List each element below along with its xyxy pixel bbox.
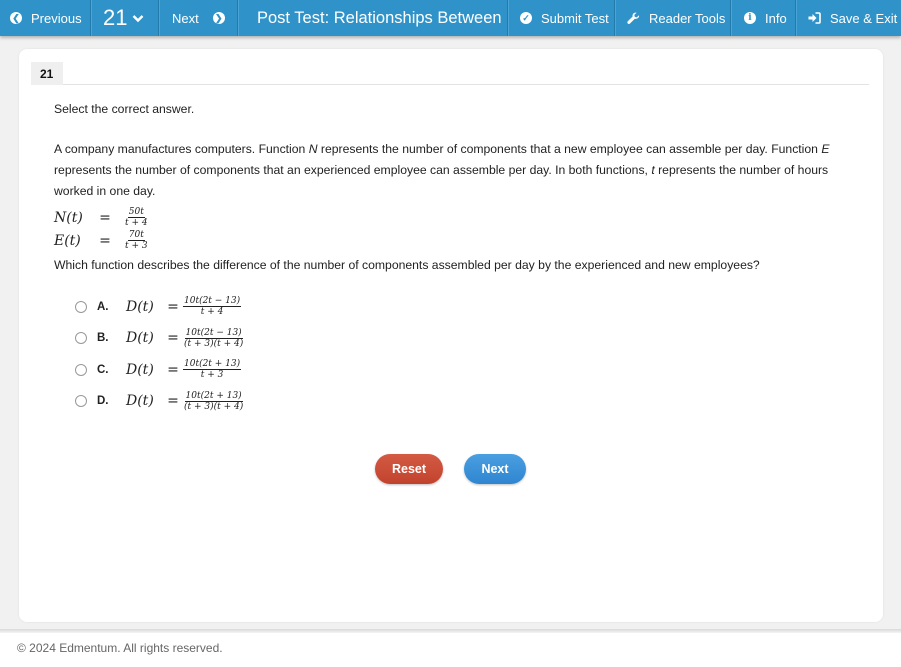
stem-text: A company manufactures computers. Functi… bbox=[54, 142, 309, 156]
sign-in-icon bbox=[808, 12, 821, 24]
fraction: 50t t + 4 bbox=[124, 207, 149, 228]
fraction: 10t(2t + 13) t + 3 bbox=[183, 359, 242, 381]
equals-sign: = bbox=[167, 361, 179, 378]
copyright-text: © 2024 Edmentum. All rights reserved. bbox=[17, 641, 223, 655]
save-exit-button[interactable]: Save & Exit bbox=[796, 0, 901, 36]
reader-tools-button[interactable]: Reader Tools bbox=[615, 0, 731, 36]
chevron-left-circle-icon: ❮ bbox=[10, 12, 22, 24]
fraction: 10t(2t − 13) t + 4 bbox=[183, 296, 242, 318]
next-label: Next bbox=[172, 10, 199, 26]
next-question-button[interactable]: Next ❯ bbox=[159, 0, 238, 36]
numerator: 10t(2t − 13) bbox=[184, 327, 243, 339]
question-prompt: Which function describes the difference … bbox=[54, 258, 760, 272]
option-lhs: D(t) bbox=[126, 361, 154, 378]
info-button[interactable]: i Info bbox=[731, 0, 796, 36]
option-letter: C. bbox=[97, 363, 109, 376]
numerator: 10t(2t + 13) bbox=[183, 359, 242, 371]
option-b[interactable]: B. D(t) = 10t(2t − 13) (t + 3)(t + 4) bbox=[75, 323, 854, 355]
equation-lhs: N(t) bbox=[54, 209, 83, 226]
wrench-icon bbox=[627, 12, 640, 25]
numerator: 50t bbox=[127, 207, 145, 218]
equals-sign: = bbox=[167, 330, 179, 347]
equation-n: N(t) = 50t t + 4 bbox=[54, 206, 854, 229]
option-a[interactable]: A. D(t) = 10t(2t − 13) t + 4 bbox=[75, 291, 854, 323]
option-lhs: D(t) bbox=[126, 298, 154, 315]
denominator: t + 3 bbox=[125, 241, 148, 251]
denominator: (t + 3)(t + 4) bbox=[184, 338, 244, 349]
stem-text: represents the number of components that… bbox=[317, 142, 822, 156]
previous-label: Previous bbox=[31, 10, 82, 26]
instruction-text: Select the correct answer. bbox=[54, 102, 195, 116]
chevron-right-circle-icon: ❯ bbox=[212, 12, 225, 24]
info-label: Info bbox=[765, 10, 787, 26]
numerator: 10t(2t + 13) bbox=[184, 390, 243, 402]
numerator: 70t bbox=[127, 230, 145, 241]
option-letter: A. bbox=[97, 300, 109, 313]
option-c[interactable]: C. D(t) = 10t(2t + 13) t + 3 bbox=[75, 354, 854, 386]
equals-sign: = bbox=[99, 209, 111, 226]
answer-options: A. D(t) = 10t(2t − 13) t + 4 B. D(t) = 1… bbox=[75, 291, 854, 417]
radio-button[interactable] bbox=[75, 395, 87, 408]
test-title-text: Post Test: Relationships Between F bbox=[257, 8, 508, 27]
function-definitions: N(t) = 50t t + 4 E(t) = 70t t + 3 bbox=[54, 206, 854, 252]
question-number-badge: 21 bbox=[31, 62, 63, 85]
footer: © 2024 Edmentum. All rights reserved. bbox=[0, 633, 901, 667]
radio-button[interactable] bbox=[75, 332, 87, 345]
radio-button[interactable] bbox=[75, 363, 87, 376]
action-buttons: Reset Next bbox=[375, 454, 526, 484]
submit-test-button[interactable]: ✓ Submit Test bbox=[508, 0, 615, 36]
option-letter: B. bbox=[97, 332, 109, 345]
equals-sign: = bbox=[99, 232, 111, 249]
question-content: Select the correct answer. A company man… bbox=[54, 102, 854, 417]
option-d[interactable]: D. D(t) = 10t(2t + 13) (t + 3)(t + 4) bbox=[75, 386, 854, 418]
question-stem: A company manufactures computers. Functi… bbox=[54, 139, 854, 202]
next-button[interactable]: Next bbox=[464, 454, 526, 484]
test-title: Post Test: Relationships Between F bbox=[238, 0, 508, 36]
denominator: t + 3 bbox=[200, 370, 224, 381]
denominator: (t + 3)(t + 4) bbox=[184, 401, 244, 412]
stem-text: represents the number of components that… bbox=[54, 163, 652, 177]
question-number: 21 bbox=[103, 5, 128, 30]
fraction: 70t t + 3 bbox=[124, 230, 149, 251]
variable-e: E bbox=[821, 142, 830, 156]
question-number-dropdown[interactable]: 21 bbox=[91, 0, 159, 36]
question-header: 21 bbox=[31, 62, 869, 85]
top-navigation-bar: ❮ Previous 21 Next ❯ Post Test: Relation… bbox=[0, 0, 901, 36]
equals-sign: = bbox=[167, 393, 179, 410]
denominator: t + 4 bbox=[125, 218, 148, 228]
option-lhs: D(t) bbox=[126, 393, 154, 410]
option-letter: D. bbox=[97, 395, 109, 408]
denominator: t + 4 bbox=[200, 307, 224, 318]
equals-sign: = bbox=[167, 298, 179, 315]
save-exit-label: Save & Exit bbox=[830, 10, 898, 26]
radio-button[interactable] bbox=[75, 300, 87, 313]
chevron-down-icon bbox=[132, 14, 144, 23]
fraction: 10t(2t + 13) (t + 3)(t + 4) bbox=[183, 391, 244, 412]
previous-button[interactable]: ❮ Previous bbox=[0, 0, 91, 36]
variable-n: N bbox=[308, 142, 318, 156]
info-circle-icon: i bbox=[744, 12, 756, 24]
question-card: 21 Select the correct answer. A company … bbox=[19, 49, 883, 622]
equation-lhs: E(t) bbox=[54, 232, 81, 249]
reset-button[interactable]: Reset bbox=[375, 454, 443, 484]
check-circle-icon: ✓ bbox=[520, 12, 532, 24]
fraction: 10t(2t − 13) (t + 3)(t + 4) bbox=[183, 328, 244, 349]
numerator: 10t(2t − 13) bbox=[183, 296, 242, 308]
submit-test-label: Submit Test bbox=[541, 10, 609, 26]
equation-e: E(t) = 70t t + 3 bbox=[54, 229, 854, 252]
reader-tools-label: Reader Tools bbox=[649, 10, 726, 26]
option-lhs: D(t) bbox=[126, 330, 154, 347]
